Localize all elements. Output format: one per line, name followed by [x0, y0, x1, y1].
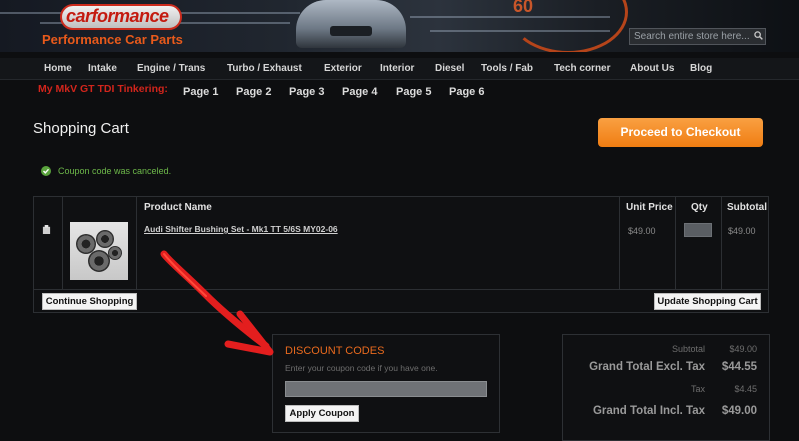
column-divider	[619, 197, 620, 289]
tax-value: $4.45	[734, 384, 757, 394]
annotation-arrow-icon	[160, 250, 274, 356]
tinker-page-6-link[interactable]: Page 6	[449, 86, 484, 98]
main-nav: Home Intake Engine / Trans Turbo / Exhau…	[0, 58, 799, 80]
tinker-page-4-link[interactable]: Page 4	[342, 86, 377, 98]
car-grille	[330, 26, 372, 36]
continue-shopping-button[interactable]: Continue Shopping	[42, 293, 137, 310]
grand-total-excl-value: $44.55	[721, 361, 757, 373]
success-check-icon	[41, 166, 51, 176]
page-title: Shopping Cart	[33, 120, 129, 137]
search-placeholder: Search entire store here...	[634, 31, 750, 42]
subtotal-label: Subtotal	[671, 344, 705, 354]
header-qty: Qty	[691, 202, 708, 213]
nav-item-interior[interactable]: Interior	[380, 63, 414, 74]
update-cart-button[interactable]: Update Shopping Cart	[654, 293, 761, 310]
search-input[interactable]: Search entire store here...	[629, 28, 766, 45]
search-icon[interactable]	[754, 31, 763, 40]
nav-item-intake[interactable]: Intake	[88, 63, 117, 74]
column-divider	[136, 197, 137, 289]
column-divider	[721, 197, 722, 289]
discount-codes-panel: DISCOUNT CODES Enter your coupon code if…	[272, 334, 500, 433]
product-thumbnail[interactable]	[70, 222, 128, 280]
tax-label: Tax	[690, 384, 705, 394]
site-tagline: Performance Car Parts	[42, 32, 183, 47]
nav-item-engine-trans[interactable]: Engine / Trans	[137, 63, 205, 74]
nav-item-blog[interactable]: Blog	[690, 63, 712, 74]
proceed-to-checkout-button[interactable]: Proceed to Checkout	[598, 118, 763, 147]
column-divider	[62, 197, 63, 289]
tinker-page-1-link[interactable]: Page 1	[183, 86, 218, 98]
tinker-page-2-link[interactable]: Page 2	[236, 86, 271, 98]
nav-item-exterior[interactable]: Exterior	[324, 63, 362, 74]
tinker-page-3-link[interactable]: Page 3	[289, 86, 324, 98]
logo-text[interactable]: carformance	[66, 6, 169, 27]
nav-item-tools-fab[interactable]: Tools / Fab	[481, 63, 533, 74]
item-unit-price: $49.00	[628, 226, 656, 236]
product-name-link[interactable]: Audi Shifter Bushing Set - Mk1 TT 5/6S M…	[144, 224, 338, 234]
header-subtotal: Subtotal	[727, 202, 767, 213]
coupon-code-input[interactable]	[285, 381, 487, 397]
nav-item-turbo-exhaust[interactable]: Turbo / Exhaust	[227, 63, 302, 74]
site-header: 60 carformance Performance Car Parts Sea…	[0, 0, 799, 52]
bushing-graphic	[108, 246, 122, 260]
tinkering-label: My MkV GT TDI Tinkering:	[38, 83, 168, 95]
nav-item-about-us[interactable]: About Us	[630, 63, 674, 74]
totals-panel: Subtotal $49.00 Grand Total Excl. Tax $4…	[562, 334, 770, 441]
remove-item-icon[interactable]	[42, 225, 51, 234]
cart-table: Product Name Unit Price Qty Subtotal Aud…	[33, 196, 769, 313]
nav-item-diesel[interactable]: Diesel	[435, 63, 464, 74]
header-product-name: Product Name	[144, 202, 212, 213]
bushing-graphic	[88, 250, 110, 272]
column-divider	[675, 197, 676, 289]
nav-item-home[interactable]: Home	[44, 63, 72, 74]
tinker-page-5-link[interactable]: Page 5	[396, 86, 431, 98]
bushing-graphic	[96, 230, 114, 248]
subtotal-value: $49.00	[729, 344, 757, 354]
grand-total-excl-label: Grand Total Excl. Tax	[589, 361, 705, 373]
item-subtotal: $49.00	[728, 226, 756, 236]
gauge-number: 60	[513, 0, 534, 16]
grand-total-incl-value: $49.00	[721, 405, 757, 417]
apply-coupon-button[interactable]: Apply Coupon	[285, 405, 359, 422]
header-car-image	[296, 0, 406, 48]
quantity-input[interactable]	[684, 223, 712, 237]
discount-title: DISCOUNT CODES	[285, 345, 385, 357]
grand-total-incl-label: Grand Total Incl. Tax	[592, 405, 705, 417]
row-divider	[34, 289, 768, 290]
header-unit-price: Unit Price	[626, 202, 673, 213]
coupon-notice: Coupon code was canceled.	[58, 166, 172, 176]
discount-hint: Enter your coupon code if you have one.	[285, 363, 438, 373]
nav-item-tech-corner[interactable]: Tech corner	[554, 63, 611, 74]
